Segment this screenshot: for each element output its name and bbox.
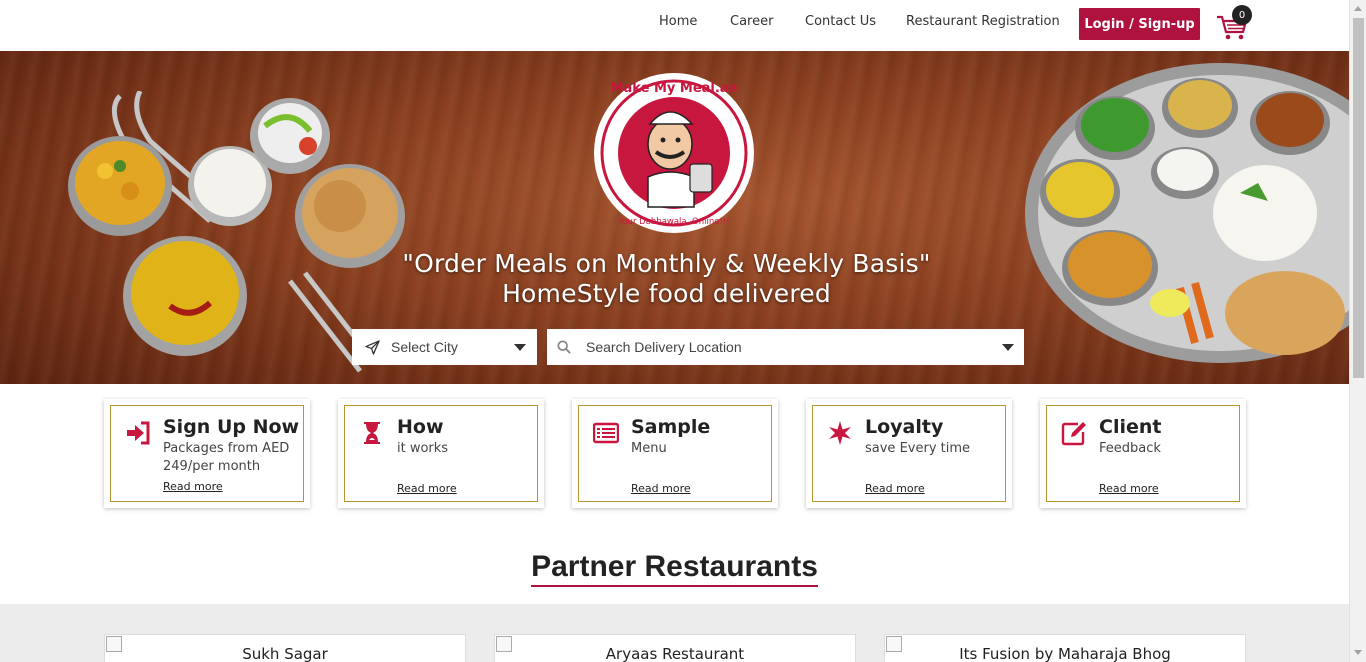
chevron-down-icon bbox=[514, 344, 526, 351]
card-title: How bbox=[397, 416, 444, 438]
list-icon bbox=[593, 422, 619, 444]
card-loyalty[interactable]: Loyalty save Every time Read more bbox=[806, 399, 1012, 508]
heading-underline bbox=[531, 585, 818, 587]
page-scrollbar[interactable] bbox=[1349, 0, 1366, 662]
send-icon bbox=[365, 339, 380, 355]
city-select-dropdown[interactable]: Select City bbox=[352, 329, 537, 365]
card-subtitle: it works bbox=[397, 441, 449, 456]
scrollbar-thumb[interactable] bbox=[1353, 18, 1364, 378]
scroll-down-arrow-icon[interactable] bbox=[1354, 650, 1362, 655]
nav-contact-link[interactable]: Contact Us bbox=[805, 14, 876, 29]
login-signup-button[interactable]: Login / Sign-up bbox=[1079, 8, 1200, 40]
read-more-link[interactable]: Read more bbox=[865, 482, 925, 495]
read-more-link[interactable]: Read more bbox=[397, 482, 457, 495]
scroll-up-arrow-icon[interactable] bbox=[1354, 6, 1362, 11]
delivery-location-search[interactable]: Search Delivery Location bbox=[547, 329, 1024, 365]
logo-tagline-text: Your Dabbawala. Online!!! bbox=[617, 217, 729, 227]
hero-headline: "Order Meals on Monthly & Weekly Basis" bbox=[402, 249, 931, 278]
card-sample-menu[interactable]: Sample Menu Read more bbox=[572, 399, 778, 508]
hero-banner: Make My Meal.ae Your Dabbawala. Online!!… bbox=[0, 51, 1349, 384]
top-navbar: Home Career Contact Us Restaurant Regist… bbox=[0, 0, 1349, 51]
nav-career-link[interactable]: Career bbox=[730, 14, 773, 29]
partner-restaurants-heading: Partner Restaurants bbox=[531, 550, 818, 583]
chevron-down-icon bbox=[1002, 344, 1014, 351]
card-subtitle: Packages from AED 249/per month bbox=[163, 441, 290, 474]
star-icon bbox=[829, 421, 851, 445]
card-title: Loyalty bbox=[865, 416, 944, 438]
card-title: Sign Up Now bbox=[163, 416, 300, 438]
logo-title-text: Make My Meal.ae bbox=[611, 81, 738, 96]
hero-subheadline: HomeStyle food delivered bbox=[502, 279, 831, 308]
hourglass-icon bbox=[364, 422, 380, 444]
card-title: Client bbox=[1099, 416, 1162, 438]
card-sign-up[interactable]: Sign Up Now Packages from AED 249/per mo… bbox=[104, 399, 310, 508]
read-more-link[interactable]: Read more bbox=[1099, 482, 1159, 495]
delivery-location-placeholder: Search Delivery Location bbox=[586, 339, 742, 355]
restaurant-name[interactable]: Aryaas Restaurant bbox=[495, 645, 855, 662]
card-subtitle: Menu bbox=[631, 441, 667, 456]
make-my-meal-logo: Make My Meal.ae Your Dabbawala. Online!!… bbox=[594, 73, 754, 233]
restaurant-name[interactable]: Its Fusion by Maharaja Bhog bbox=[885, 645, 1245, 662]
restaurant-card[interactable]: Sukh Sagar bbox=[104, 634, 466, 662]
read-more-link[interactable]: Read more bbox=[631, 482, 691, 495]
search-icon bbox=[557, 340, 571, 354]
city-select-value: Select City bbox=[391, 339, 458, 355]
edit-icon bbox=[1061, 422, 1086, 446]
card-client-feedback[interactable]: Client Feedback Read more bbox=[1040, 399, 1246, 508]
restaurant-card[interactable]: Its Fusion by Maharaja Bhog bbox=[884, 634, 1246, 662]
restaurant-name[interactable]: Sukh Sagar bbox=[105, 645, 465, 662]
sign-in-icon bbox=[127, 421, 150, 445]
card-subtitle: Feedback bbox=[1099, 441, 1161, 456]
card-subtitle: save Every time bbox=[865, 441, 971, 456]
read-more-link[interactable]: Read more bbox=[163, 480, 223, 493]
card-title: Sample bbox=[631, 416, 711, 438]
thali-food-image bbox=[1025, 63, 1349, 363]
card-how-it-works[interactable]: How it works Read more bbox=[338, 399, 544, 508]
nav-home-link[interactable]: Home bbox=[659, 14, 697, 29]
restaurant-card[interactable]: Aryaas Restaurant bbox=[494, 634, 856, 662]
cart-count-badge: 0 bbox=[1232, 5, 1252, 25]
nav-restaurant-registration-link[interactable]: Restaurant Registration bbox=[906, 14, 1060, 29]
